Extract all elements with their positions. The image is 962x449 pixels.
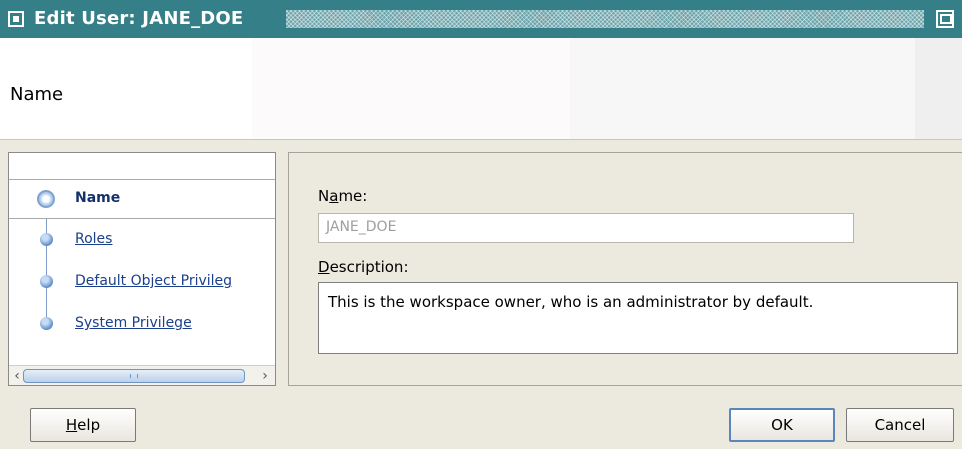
- scrollbar-thumb[interactable]: [23, 369, 245, 383]
- step-icon: [40, 233, 53, 246]
- nav-item-default-object-privileges[interactable]: Default Object Privileg: [9, 263, 275, 303]
- navigation-panel: Name Roles Default Object Privileg Syste…: [8, 152, 276, 386]
- current-step-icon: [37, 190, 55, 208]
- step-icon: [40, 317, 53, 330]
- name-field[interactable]: JANE_DOE: [318, 213, 854, 243]
- cancel-button[interactable]: Cancel: [846, 408, 954, 442]
- title-bar[interactable]: Edit User: JANE_DOE: [0, 0, 962, 38]
- page-header: Name: [0, 38, 962, 139]
- restore-window-icon[interactable]: [936, 10, 954, 28]
- nav-item-label: Name: [75, 190, 121, 206]
- description-label: Description:: [318, 258, 409, 276]
- horizontal-scrollbar[interactable]: ‹ ›: [9, 365, 275, 385]
- scroll-right-icon[interactable]: ›: [257, 367, 273, 385]
- nav-item-roles[interactable]: Roles: [9, 221, 275, 261]
- ok-button[interactable]: OK: [729, 408, 835, 442]
- description-field[interactable]: This is the workspace owner, who is an a…: [318, 282, 958, 354]
- help-button[interactable]: Help: [30, 408, 136, 442]
- navigation-list: Name Roles Default Object Privileg Syste…: [9, 153, 275, 365]
- nav-item-label[interactable]: Default Object Privileg: [75, 273, 232, 289]
- title-bar-fill: [286, 10, 924, 28]
- step-icon: [40, 275, 53, 288]
- nav-item-label[interactable]: System Privilege: [75, 315, 192, 331]
- header-divider: [0, 139, 962, 140]
- name-label: Name:: [318, 187, 368, 205]
- nav-item-name[interactable]: Name: [9, 179, 275, 219]
- page-title: Name: [10, 84, 64, 105]
- window-title: Edit User: JANE_DOE: [34, 8, 244, 29]
- nav-item-system-privilege[interactable]: System Privilege: [9, 305, 275, 345]
- window-menu-icon[interactable]: [8, 11, 24, 27]
- nav-item-label[interactable]: Roles: [75, 231, 112, 247]
